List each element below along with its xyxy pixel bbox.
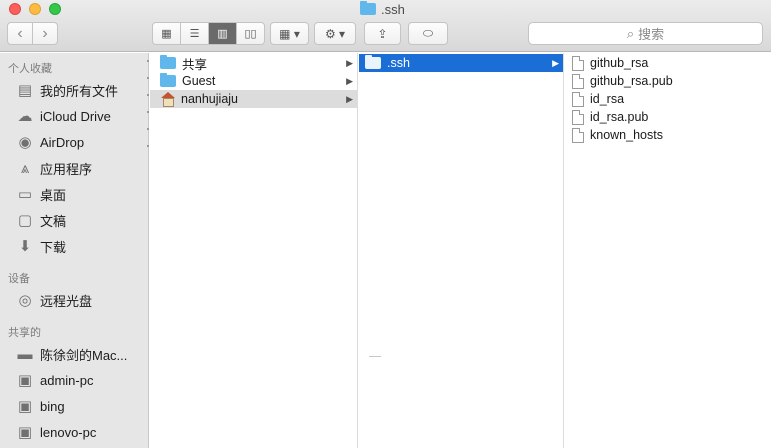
item-label: github_rsa.pub [590, 74, 673, 88]
file-icon [572, 73, 584, 89]
view-coverflow-button[interactable]: ▯▯ [236, 23, 264, 44]
sidebar-item-icloud-drive[interactable]: ☁ iCloud Drive [16, 104, 146, 128]
folder-icon [160, 55, 176, 69]
close-window-button[interactable] [9, 3, 21, 15]
view-icons-button[interactable]: ▦ [153, 23, 180, 44]
minimize-window-button[interactable] [29, 3, 41, 15]
monitor-icon: ▣ [17, 372, 33, 389]
search-icon: ⌕ [626, 25, 635, 41]
all-files-icon: ▤ [17, 82, 33, 99]
window-title: .ssh [360, 1, 405, 17]
sidebar-item-label: 下载 [40, 239, 67, 255]
file-icon [572, 91, 584, 107]
sidebar-item-label: 我的所有文件 [40, 83, 119, 99]
tag-button[interactable]: ⬭ [408, 22, 448, 45]
sidebar-item-remote-disc[interactable]: ◎ 远程光盘 [16, 288, 146, 312]
applications-icon: ⩓ [20, 159, 30, 177]
sidebar-section-devices: 设备 [8, 273, 30, 285]
action-gear-button[interactable]: ⚙ ▾ [314, 22, 356, 45]
item-label: Guest [182, 74, 216, 88]
sidebar-section-shared: 共享的 [8, 327, 41, 339]
item-label: github_rsa [590, 56, 649, 70]
item-label: .ssh [387, 56, 410, 70]
sidebar-item-shared-mac[interactable]: ▬ 陈徐剑的Mac... [16, 342, 146, 366]
monitor-icon: ▣ [17, 398, 33, 415]
item-label: id_rsa [590, 92, 625, 106]
sidebar-section-favorites: 个人收藏 [8, 63, 52, 75]
folder-icon [360, 1, 376, 15]
desktop-icon: ▭ [17, 186, 33, 203]
view-mode-group: ▦ ☰ ▥ ▯▯ [152, 22, 265, 45]
column-resize-handle[interactable] [369, 356, 381, 357]
view-columns-button[interactable]: ▥ [208, 23, 236, 44]
remote-disc-icon: ◎ [18, 292, 32, 309]
sidebar-item-lenovo-pc[interactable]: ▣ lenovo-pc [16, 420, 146, 444]
back-button[interactable]: ‹ [8, 23, 32, 44]
sidebar-item-downloads[interactable]: ⬇ 下载 [16, 234, 146, 258]
chevron-right-icon: ▶ [346, 57, 353, 68]
sidebar-item-bing[interactable]: ▣ bing [16, 394, 146, 418]
sidebar-item-label: lenovo-pc [40, 424, 97, 440]
list-item[interactable]: github_rsa.pub [565, 72, 770, 90]
list-item[interactable]: known_hosts [565, 126, 770, 144]
sidebar-item-applications[interactable]: ⩓ 应用程序 [16, 156, 146, 180]
sidebar-item-label: 陈徐剑的Mac... [40, 347, 128, 363]
documents-icon: ▢ [17, 212, 33, 229]
list-item[interactable]: 共享 ▶ [150, 54, 357, 72]
sidebar-item-desktop[interactable]: ▭ 桌面 [16, 182, 146, 206]
browser-column-2: .ssh ▶ [359, 53, 564, 448]
browser-column-3: github_rsa github_rsa.pub id_rsa id_rsa.… [565, 53, 771, 448]
chevron-right-icon: ▶ [552, 57, 559, 68]
cloud-icon: ☁ [17, 108, 33, 125]
window-title-text: .ssh [381, 1, 405, 17]
list-item-selected[interactable]: nanhujiaju ▶ [150, 90, 357, 108]
chevron-right-icon: ▶ [346, 93, 353, 104]
sidebar-item-label: bing [40, 398, 65, 414]
list-item[interactable]: id_rsa [565, 90, 770, 108]
folder-icon [365, 55, 381, 69]
file-icon [572, 109, 584, 125]
window-toolbar: .ssh ‹ › ▦ ☰ ▥ ▯▯ ▦ ▾ ⚙ ▾ ⇪ ⬭ ⌕ 搜索 [0, 0, 771, 52]
sidebar: 个人收藏 ▤ 我的所有文件 ☁ iCloud Drive ◉ AirDrop ⩓… [0, 53, 149, 448]
downloads-icon: ⬇ [18, 238, 32, 255]
file-icon [572, 55, 584, 71]
sidebar-item-label: AirDrop [40, 134, 85, 150]
browser-column-1: 共享 ▶ Guest ▶ nanhujiaju ▶ [150, 53, 358, 448]
computer-icon: ▬ [17, 345, 33, 363]
sidebar-item-documents[interactable]: ▢ 文稿 [16, 208, 146, 232]
monitor-icon: ▣ [17, 424, 33, 441]
sidebar-item-label: 应用程序 [40, 161, 93, 177]
list-item[interactable]: id_rsa.pub [565, 108, 770, 126]
list-item-selected[interactable]: .ssh ▶ [359, 54, 563, 72]
sidebar-item-all-files[interactable]: ▤ 我的所有文件 [16, 78, 146, 102]
list-item[interactable]: Guest ▶ [150, 72, 357, 90]
item-label: nanhujiaju [181, 92, 238, 106]
sidebar-item-admin-pc[interactable]: ▣ admin-pc [16, 368, 146, 392]
sidebar-item-airdrop[interactable]: ◉ AirDrop [16, 130, 146, 154]
view-list-button[interactable]: ☰ [180, 23, 208, 44]
sidebar-item-label: 文稿 [40, 213, 67, 229]
forward-button[interactable]: › [32, 23, 57, 44]
share-button[interactable]: ⇪ [364, 22, 401, 45]
airdrop-icon: ◉ [18, 134, 32, 151]
search-placeholder: 搜索 [638, 27, 665, 42]
item-label: known_hosts [590, 128, 663, 142]
navigation-group: ‹ › [7, 22, 58, 45]
home-folder-icon [160, 92, 175, 107]
zoom-window-button[interactable] [49, 3, 61, 15]
list-item[interactable]: github_rsa [565, 54, 770, 72]
item-label: 共享 [182, 57, 208, 72]
sidebar-item-label: iCloud Drive [40, 108, 111, 124]
arrange-button[interactable]: ▦ ▾ [270, 22, 309, 45]
chevron-right-icon: ▶ [346, 75, 353, 86]
folder-icon [160, 73, 176, 87]
file-icon [572, 127, 584, 143]
sidebar-item-label: admin-pc [40, 372, 94, 388]
sidebar-item-label: 桌面 [40, 187, 67, 203]
sidebar-item-label: 远程光盘 [40, 293, 93, 309]
search-field[interactable]: ⌕ 搜索 [528, 22, 763, 45]
item-label: id_rsa.pub [590, 110, 649, 124]
